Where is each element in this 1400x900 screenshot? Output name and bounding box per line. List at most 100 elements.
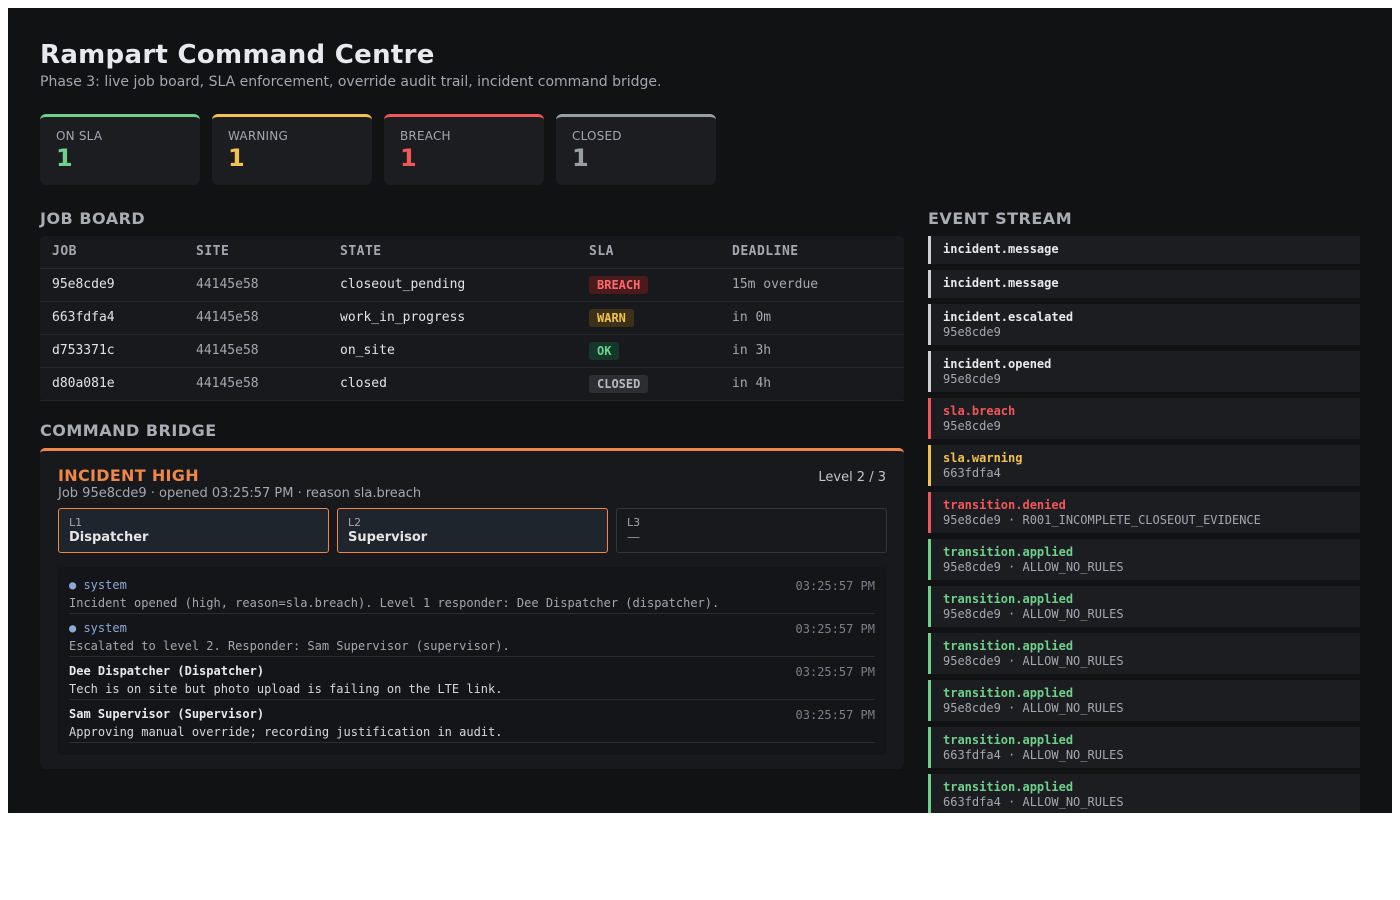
level-1-card[interactable]: L1 Dispatcher (58, 508, 329, 553)
event-item[interactable]: transition.applied 95e8cde9 · ALLOW_NO_RU… (928, 539, 1360, 580)
message-time: 03:25:57 PM (795, 622, 875, 636)
event-item[interactable]: sla.breach 95e8cde9 (928, 398, 1360, 439)
incident-message: Sam Supervisor (Supervisor) 03:25:57 PM Ap… (69, 700, 875, 743)
site-id: 44145e58 (184, 268, 328, 302)
deadline: in 3h (720, 334, 904, 368)
event-detail: 95e8cde9 (943, 372, 1001, 386)
event-stream[interactable]: incident.message incident.message incident… (928, 236, 1360, 813)
stat-on-sla: ON SLA 1 (40, 114, 200, 185)
table-row[interactable]: d80a081e 44145e58 closed CLOSED in 4h (40, 367, 904, 401)
event-stream-heading: EVENT STREAM (928, 209, 1073, 228)
level-3-card[interactable]: L3 — (616, 508, 887, 553)
event-detail: 95e8cde9 (943, 419, 1001, 433)
event-detail: 95e8cde9 · ALLOW_NO_RULES (943, 560, 1124, 574)
sla-cell: WARN (577, 301, 720, 335)
stat-label: ON SLA (56, 129, 103, 143)
stat-closed: CLOSED 1 (556, 114, 716, 185)
event-detail: 663fdfa4 · ALLOW_NO_RULES (943, 795, 1124, 809)
job-board-table: JOB SITE STATE SLA DEADLINE 95e8cde9 4414… (40, 236, 904, 401)
level-code: L1 (69, 516, 83, 529)
stat-breach: BREACH 1 (384, 114, 544, 185)
event-name: incident.opened (943, 357, 1052, 371)
deadline: in 0m (720, 301, 904, 335)
event-item[interactable]: transition.applied 95e8cde9 · ALLOW_NO_RU… (928, 633, 1360, 674)
event-item[interactable]: sla.warning 663fdfa4 (928, 445, 1360, 486)
event-name: incident.escalated (943, 310, 1074, 324)
site-id: 44145e58 (184, 334, 328, 368)
event-item[interactable]: incident.opened 95e8cde9 (928, 351, 1360, 392)
stat-value: 1 (228, 144, 245, 172)
escalation-levels: L1 Dispatcher L2 Supervisor L3 — (58, 508, 887, 553)
event-item[interactable]: incident.escalated 95e8cde9 (928, 304, 1360, 345)
event-item[interactable]: transition.applied 663fdfa4 · ALLOW_NO_RU… (928, 774, 1360, 813)
job-state: on_site (328, 334, 577, 368)
message-body: Incident opened (high, reason=sla.breach… (69, 596, 720, 610)
column-header-site[interactable]: SITE (184, 236, 328, 269)
sla-badge: WARN (589, 308, 634, 327)
page-subtitle: Phase 3: live job board, SLA enforcement… (40, 74, 662, 90)
event-detail: 95e8cde9 · R001_INCOMPLETE_CLOSEOUT_EVID… (943, 513, 1261, 527)
incident-message: ● system 03:25:57 PM Escalated to level 2.… (69, 614, 875, 657)
event-detail: 95e8cde9 · ALLOW_NO_RULES (943, 654, 1124, 668)
event-item[interactable]: transition.denied 95e8cde9 · R001_INCOMPL… (928, 492, 1360, 533)
event-name: incident.message (943, 276, 1059, 290)
incident-message-log[interactable]: ● system 03:25:57 PM Incident opened (high… (58, 567, 886, 755)
job-state: work_in_progress (328, 301, 577, 335)
event-detail: 95e8cde9 (943, 325, 1001, 339)
sla-cell: BREACH (577, 268, 720, 302)
event-detail: 95e8cde9 · ALLOW_NO_RULES (943, 607, 1124, 621)
column-header-state[interactable]: STATE (328, 236, 577, 269)
command-bridge-heading: COMMAND BRIDGE (40, 421, 217, 440)
message-time: 03:25:57 PM (795, 665, 875, 679)
event-item[interactable]: incident.message (928, 236, 1360, 264)
event-name: transition.applied (943, 780, 1074, 794)
event-name: transition.applied (943, 592, 1074, 606)
page-title: Rampart Command Centre (40, 40, 435, 70)
stat-value: 1 (400, 144, 417, 172)
table-row[interactable]: 95e8cde9 44145e58 closeout_pending BREACH 15… (40, 268, 904, 302)
message-body: Escalated to level 2. Responder: Sam Sup… (69, 639, 510, 653)
stat-warning: WARNING 1 (212, 114, 372, 185)
sla-badge: OK (589, 341, 620, 360)
event-detail: 95e8cde9 · ALLOW_NO_RULES (943, 701, 1124, 715)
incident-title: INCIDENT HIGH (58, 466, 199, 485)
stat-value: 1 (572, 144, 589, 172)
deadline: 15m overdue (720, 268, 904, 302)
message-body: Tech is on site but photo upload is fail… (69, 682, 503, 696)
level-responder: — (627, 530, 640, 545)
table-row[interactable]: d753371c 44145e58 on_site OK in 3h (40, 334, 904, 368)
level-responder: Supervisor (348, 530, 428, 545)
event-item[interactable]: transition.applied 663fdfa4 · ALLOW_NO_RU… (928, 727, 1360, 768)
incident-message: Dee Dispatcher (Dispatcher) 03:25:57 PM Te… (69, 657, 875, 700)
event-name: sla.breach (943, 404, 1016, 418)
column-header-sla[interactable]: SLA (577, 236, 720, 269)
escalation-level: Level 2 / 3 (818, 470, 886, 485)
event-name: transition.applied (943, 686, 1074, 700)
event-item[interactable]: transition.applied 95e8cde9 · ALLOW_NO_RU… (928, 680, 1360, 721)
column-header-job[interactable]: JOB (40, 236, 184, 269)
column-header-deadline[interactable]: DEADLINE (720, 236, 904, 269)
incident-message: ● system 03:25:57 PM Incident opened (high… (69, 571, 875, 614)
message-author: ● system (69, 578, 127, 592)
event-item[interactable]: incident.message (928, 270, 1360, 298)
incident-meta: Job 95e8cde9 · opened 03:25:57 PM · reas… (58, 486, 422, 501)
sla-stats: ON SLA 1 WARNING 1 BREACH 1 CLOSED 1 (40, 114, 716, 185)
message-time: 03:25:57 PM (795, 708, 875, 722)
level-2-card[interactable]: L2 Supervisor (337, 508, 608, 553)
sla-cell: OK (577, 334, 720, 368)
level-responder: Dispatcher (69, 530, 149, 545)
table-row[interactable]: 663fdfa4 44145e58 work_in_progress WARN in 0… (40, 301, 904, 335)
job-state: closeout_pending (328, 268, 577, 302)
message-body: Approving manual override; recording jus… (69, 725, 503, 739)
level-code: L2 (348, 516, 362, 529)
sla-badge: BREACH (589, 275, 649, 294)
incident-panel: INCIDENT HIGH Job 95e8cde9 · opened 03:2… (40, 448, 904, 769)
event-item[interactable]: transition.applied 95e8cde9 · ALLOW_NO_RU… (928, 586, 1360, 627)
job-state: closed (328, 367, 577, 401)
event-name: incident.message (943, 242, 1059, 256)
event-name: transition.applied (943, 733, 1074, 747)
job-id: d753371c (40, 334, 184, 368)
job-board-heading: JOB BOARD (40, 209, 146, 228)
sla-badge: CLOSED (589, 374, 649, 393)
job-id: 663fdfa4 (40, 301, 184, 335)
